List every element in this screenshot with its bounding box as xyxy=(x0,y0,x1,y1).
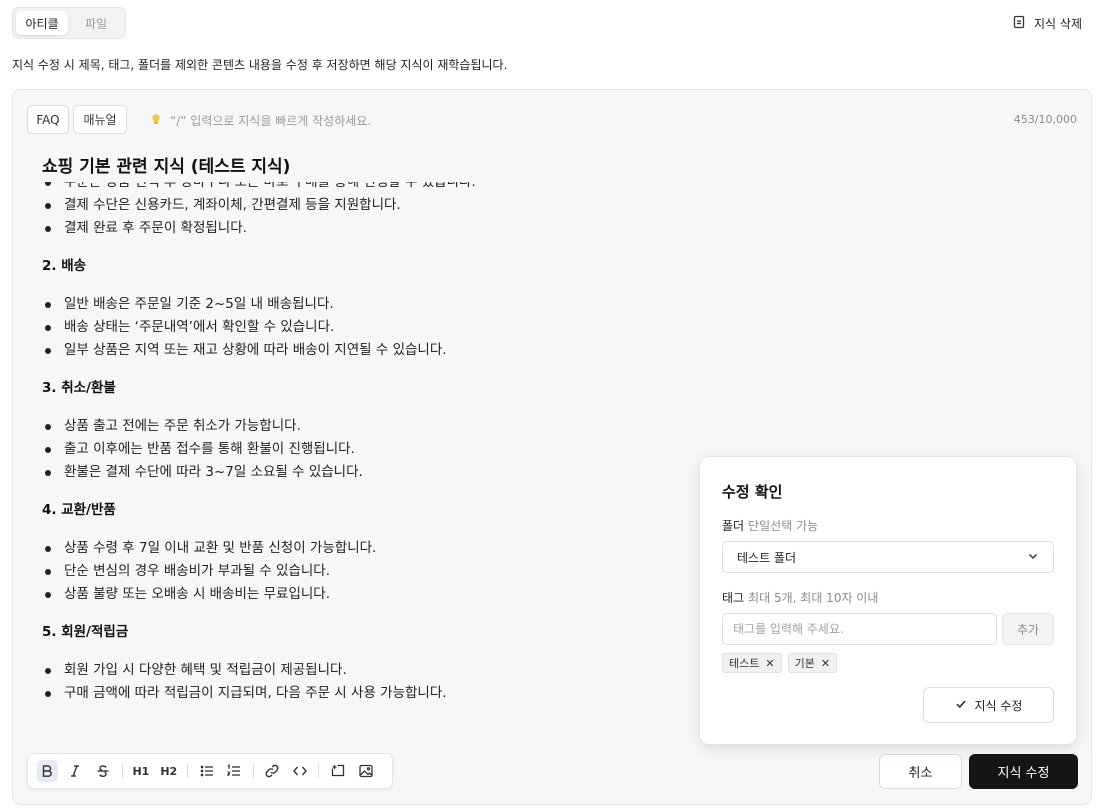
faq-template-button[interactable]: FAQ xyxy=(27,105,69,134)
strikethrough-button[interactable] xyxy=(93,760,114,782)
editor-hint-text: “/” 입력으로 지식을 빠르게 작성하세요. xyxy=(170,114,372,128)
save-knowledge-button[interactable]: 지식 수정 xyxy=(969,754,1078,789)
list-item[interactable]: 상품 출고 전에는 주문 취소가 가능합니다. xyxy=(42,415,702,438)
tag-chip: 테스트 ✕ xyxy=(722,653,782,673)
edit-confirm-dialog: 수정 확인 폴더 단일선택 가능 테스트 폴더 태그 최대 5개, 최대 10자 이… xyxy=(699,456,1077,745)
tab-file[interactable]: 파일 xyxy=(70,11,122,35)
bold-button[interactable] xyxy=(37,760,58,782)
code-button[interactable] xyxy=(290,760,311,782)
editor-content[interactable]: 쇼핑 기본 관련 지식 (테스트 지식) 주문은 상품 선택 후 장바구니 또는… xyxy=(42,150,702,720)
confirm-edit-button[interactable]: 지식 수정 xyxy=(923,687,1054,723)
section-heading[interactable]: 5. 회원/적립금 xyxy=(42,621,702,644)
remove-tag-icon[interactable]: ✕ xyxy=(821,657,830,670)
list-item[interactable]: 출고 이후에는 반품 접수를 통해 환불이 진행됩니다. xyxy=(42,438,702,461)
manual-template-button[interactable]: 매뉴얼 xyxy=(73,105,127,134)
list-item[interactable]: 결제 완료 후 주문이 확정됩니다. xyxy=(42,217,702,240)
folder-label-text: 폴더 xyxy=(722,519,745,533)
folder-label-hint: 단일선택 가능 xyxy=(748,519,819,533)
tag-label-text: 태그 xyxy=(722,591,745,605)
list-item[interactable]: 단순 변심의 경우 배송비가 부과될 수 있습니다. xyxy=(42,560,702,583)
ordered-list-button[interactable] xyxy=(224,760,245,782)
list-item[interactable]: 환불은 결제 수단에 따라 3~7일 소요될 수 있습니다. xyxy=(42,461,702,484)
tag-input[interactable] xyxy=(722,613,997,645)
heading2-button[interactable]: H2 xyxy=(158,760,179,782)
check-icon xyxy=(955,698,967,713)
toolbar-divider xyxy=(318,764,320,778)
list-item[interactable]: 상품 수령 후 7일 이내 교환 및 반품 신청이 가능합니다. xyxy=(42,537,702,560)
remove-tag-icon[interactable]: ✕ xyxy=(765,657,774,670)
folder-select-value: 테스트 폴더 xyxy=(737,550,797,565)
tab-article[interactable]: 아티클 xyxy=(16,11,68,35)
heading2-label: H2 xyxy=(160,764,178,778)
list-item[interactable]: 일부 상품은 지역 또는 재고 상황에 따라 배송이 지연될 수 있습니다. xyxy=(42,339,702,362)
cancel-button[interactable]: 취소 xyxy=(879,754,962,789)
add-tag-button[interactable]: 추가 xyxy=(1002,613,1054,645)
tag-chip-label: 테스트 xyxy=(729,657,760,670)
section-heading[interactable]: 4. 교환/반품 xyxy=(42,499,702,522)
delete-knowledge-label: 지식 삭제 xyxy=(1034,16,1082,31)
tag-chip: 기본 ✕ xyxy=(787,653,838,673)
lightbulb-icon xyxy=(150,113,162,128)
edit-notice: 지식 수정 시 제목, 태그, 폴더를 제외한 콘텐츠 내용을 수정 후 저장하… xyxy=(12,58,508,72)
list-item[interactable]: 주문은 상품 선택 후 장바구니 또는 바로 구매를 통해 진행할 수 있습니다… xyxy=(42,182,702,194)
italic-button[interactable] xyxy=(65,760,86,782)
heading1-label: H1 xyxy=(132,764,150,778)
dialog-title: 수정 확인 xyxy=(722,483,783,501)
list-item[interactable]: 배송 상태는 ‘주문내역’에서 확인할 수 있습니다. xyxy=(42,316,702,339)
list-item[interactable]: 구매 금액에 따라 적립금이 지급되며, 다음 주문 시 사용 가능합니다. xyxy=(42,682,702,705)
toolbar-divider xyxy=(187,764,189,778)
folder-label: 폴더 단일선택 가능 xyxy=(722,517,818,534)
section-heading[interactable]: 2. 배송 xyxy=(42,255,702,278)
list-item[interactable]: 상품 불량 또는 오배송 시 배송비는 무료입니다. xyxy=(42,583,702,606)
folder-select[interactable]: 테스트 폴더 xyxy=(722,541,1054,573)
image-button[interactable] xyxy=(355,760,376,782)
document-title[interactable]: 쇼핑 기본 관련 지식 (테스트 지식) xyxy=(42,152,290,177)
editor-body: 주문은 상품 선택 후 장바구니 또는 바로 구매를 통해 진행할 수 있습니다… xyxy=(42,182,702,705)
tag-label: 태그 최대 5개, 최대 10자 이내 xyxy=(722,589,878,606)
list-item[interactable]: 결제 수단은 신용카드, 계좌이체, 간편결제 등을 지원합니다. xyxy=(42,194,702,217)
character-counter: 453/10,000 xyxy=(1013,113,1077,126)
embed-button[interactable] xyxy=(327,760,348,782)
formatting-toolbar: H1 H2 xyxy=(27,753,393,789)
toolbar-divider xyxy=(121,764,123,778)
editor-hint: “/” 입력으로 지식을 빠르게 작성하세요. xyxy=(150,112,371,129)
trash-icon xyxy=(1012,15,1026,32)
section-heading[interactable]: 3. 취소/환불 xyxy=(42,377,702,400)
tag-chip-label: 기본 xyxy=(794,657,815,670)
heading1-button[interactable]: H1 xyxy=(130,760,151,782)
tag-label-hint: 최대 5개, 최대 10자 이내 xyxy=(748,591,879,605)
bullet-list-button[interactable] xyxy=(196,760,217,782)
editor-scroll-area[interactable]: 주문은 상품 선택 후 장바구니 또는 바로 구매를 통해 진행할 수 있습니다… xyxy=(42,182,702,720)
confirm-edit-label: 지식 수정 xyxy=(974,698,1023,713)
list-item[interactable]: 회원 가입 시 다양한 혜택 및 적립금이 제공됩니다. xyxy=(42,659,702,682)
tag-list: 테스트 ✕ 기본 ✕ xyxy=(722,653,838,673)
chevron-down-icon xyxy=(1027,550,1039,565)
delete-knowledge-button[interactable]: 지식 삭제 xyxy=(1012,13,1082,33)
link-button[interactable] xyxy=(262,760,283,782)
content-type-tabs: 아티클 파일 xyxy=(12,7,126,39)
list-item[interactable]: 일반 배송은 주문일 기준 2~5일 내 배송됩니다. xyxy=(42,293,702,316)
toolbar-divider xyxy=(252,764,254,778)
